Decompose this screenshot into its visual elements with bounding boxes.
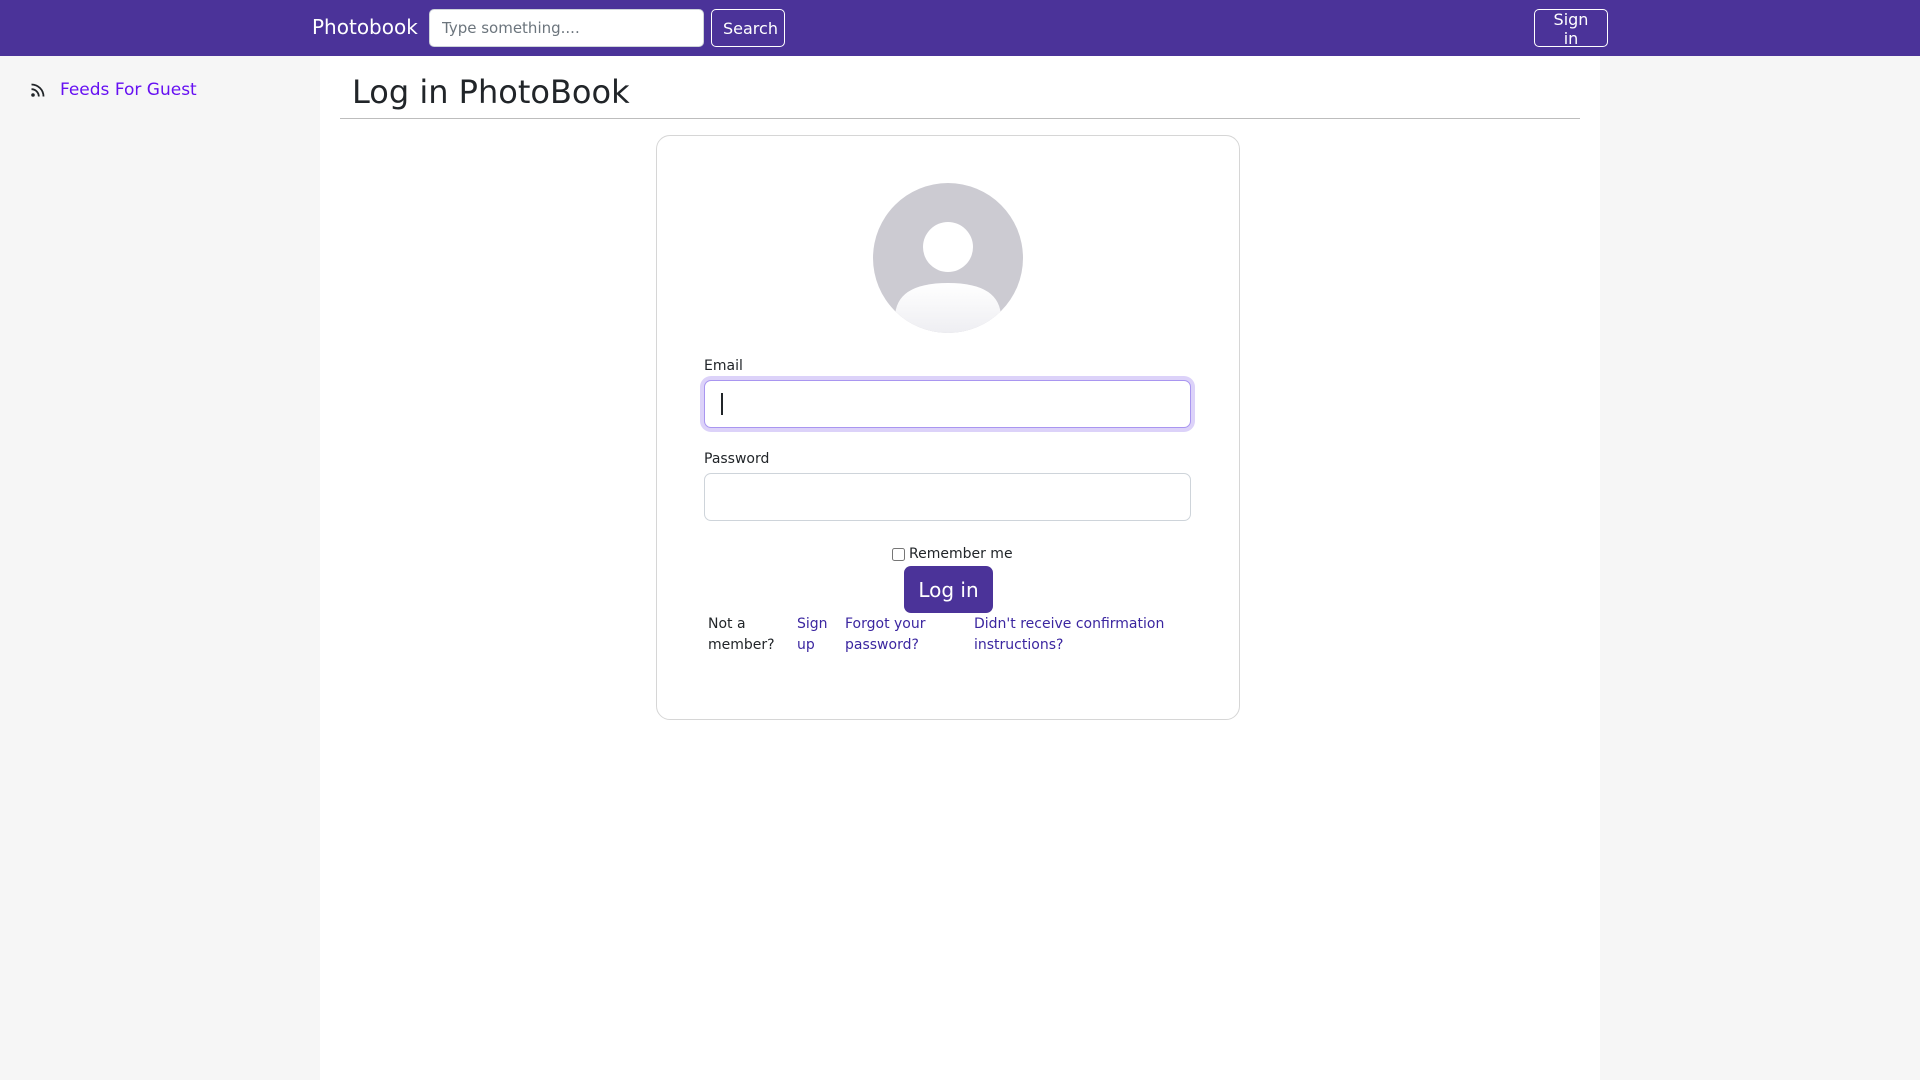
sidebar-item-label[interactable]: Feeds For Guest (60, 80, 197, 100)
top-navbar: Photobook Search Sign in (0, 0, 1920, 56)
confirmation-instructions-link[interactable]: Didn't receive confirmation instructions… (974, 614, 1174, 656)
sidebar-item-feeds-for-guest[interactable]: Feeds For Guest (30, 78, 197, 102)
search-input[interactable] (429, 9, 704, 47)
page-title: Log in PhotoBook (352, 73, 630, 111)
main-content: Log in PhotoBook Email Password Remember (320, 56, 1600, 1080)
password-label: Password (704, 451, 770, 467)
search-button[interactable]: Search (711, 9, 785, 47)
login-card: Email Password Remember me Log in Not a … (656, 135, 1240, 720)
sidebar: Feeds For Guest (0, 56, 320, 1080)
right-gutter (1600, 56, 1920, 1080)
user-avatar-icon (873, 183, 1023, 333)
brand-link[interactable]: Photobook (312, 14, 418, 40)
log-in-button[interactable]: Log in (904, 566, 993, 613)
email-label: Email (704, 358, 743, 374)
email-field[interactable] (704, 380, 1191, 428)
sign-up-link[interactable]: Sign up (797, 614, 833, 656)
sign-in-button[interactable]: Sign in (1534, 9, 1608, 48)
title-divider (340, 118, 1580, 119)
remember-me-row: Remember me (892, 546, 1013, 562)
text-cursor (721, 393, 723, 415)
password-field[interactable] (704, 473, 1191, 521)
not-member-text: Not a member? (708, 616, 775, 653)
remember-me-label: Remember me (909, 546, 1013, 562)
rss-icon (30, 82, 46, 98)
remember-me-checkbox[interactable] (892, 547, 905, 561)
forgot-password-link[interactable]: Forgot your password? (845, 614, 945, 656)
